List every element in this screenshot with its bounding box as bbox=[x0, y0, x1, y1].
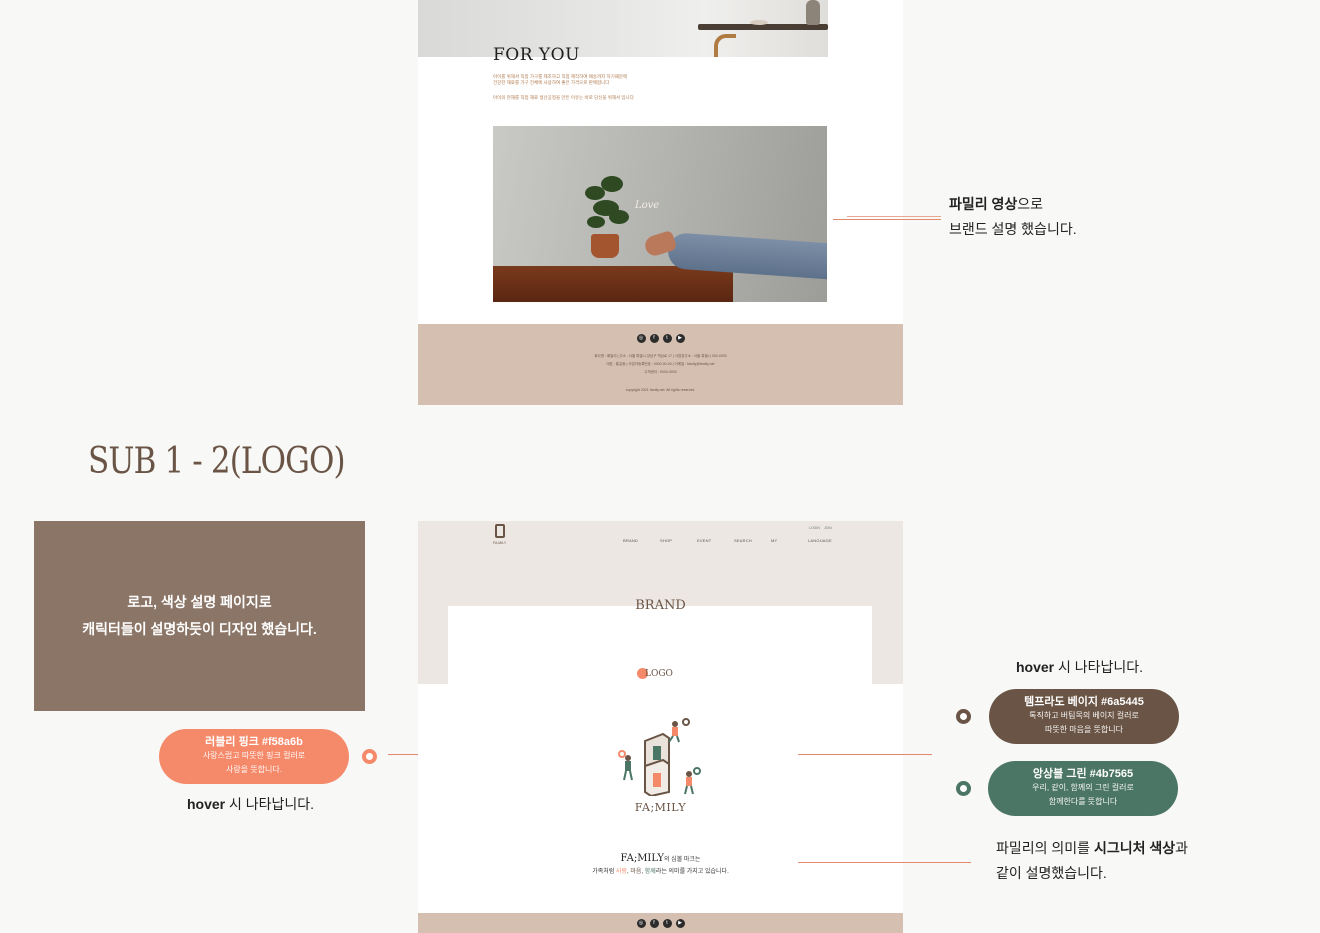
nav-item-search[interactable]: SEARCH bbox=[734, 538, 771, 543]
callout-line bbox=[847, 216, 941, 217]
leaf-shape bbox=[601, 176, 623, 192]
nav-item-my[interactable]: MY bbox=[771, 538, 808, 543]
pink-marker-icon[interactable] bbox=[362, 749, 377, 764]
nav-item-shop[interactable]: SHOP bbox=[660, 538, 697, 543]
social-links: ◎ f t ▶ bbox=[418, 919, 903, 928]
nav-item-event[interactable]: EVENT bbox=[697, 538, 734, 543]
brand-video[interactable]: Love bbox=[493, 126, 827, 302]
chair-shape bbox=[714, 34, 736, 57]
login-links[interactable]: LOGIN JOIN bbox=[809, 526, 832, 530]
sideboard-shape bbox=[493, 266, 733, 302]
vase-shape bbox=[806, 0, 820, 25]
section-title: SUB 1 - 2(LOGO) bbox=[88, 441, 346, 482]
signature-callout: 파밀리의 의미를 시그니처 색상과 같이 설명했습니다. bbox=[996, 840, 1189, 881]
character-body bbox=[625, 761, 631, 771]
copyright: copyright 2021 family.net. All rights re… bbox=[625, 388, 696, 392]
social-links: ◎ f t ▶ bbox=[418, 334, 903, 343]
hover-note: hover 시 나타납니다. bbox=[1016, 659, 1144, 675]
facebook-icon[interactable]: f bbox=[649, 919, 659, 928]
logo-page-mockup: FA;MILY LOGIN JOIN BRAND SHOP EVENT SEAR… bbox=[418, 521, 903, 933]
twitter-icon[interactable]: t bbox=[662, 334, 672, 343]
beige-marker-icon[interactable] bbox=[956, 709, 971, 724]
plant-pot-shape bbox=[591, 234, 619, 258]
for-you-heading: FOR YOU bbox=[493, 45, 580, 65]
instagram-icon[interactable]: ◎ bbox=[636, 334, 646, 343]
page-footer: ◎ f t ▶ 회사명 : 패밀리 | 주소 : 서울 특별시 강남구 역삼로 … bbox=[418, 324, 903, 405]
green-marker-icon[interactable] bbox=[956, 781, 971, 796]
green-color-pill[interactable]: 앙상블 그린 #4b7565 우리, 같이, 함께의 그린 컬러로 함께한다를 … bbox=[988, 761, 1178, 816]
description-line: 로고, 색상 설명 페이지로 bbox=[127, 594, 272, 610]
family-logo-icon[interactable] bbox=[495, 524, 505, 538]
callout-line bbox=[798, 754, 932, 755]
hover-note: hover 시 나타납니다. bbox=[187, 796, 315, 812]
pink-color-pill[interactable]: 러블리 핑크 #f58a6b 사랑스럽고 따뜻한 핑크 컬러로 사랑을 뜻합니다… bbox=[159, 729, 349, 784]
instagram-icon[interactable]: ◎ bbox=[636, 919, 646, 928]
intro-text: 아이의 현재를 직접 재료 생산공정을 만든 이유는 바로 당신을 위해서 입니… bbox=[493, 95, 634, 100]
character-head bbox=[625, 755, 631, 761]
family-characters-illustration bbox=[618, 718, 701, 796]
hero-photo bbox=[418, 0, 828, 57]
plate-shape bbox=[750, 20, 768, 25]
youtube-icon[interactable]: ▶ bbox=[675, 334, 685, 343]
page-footer: ◎ f t ▶ bbox=[418, 913, 903, 933]
video-callout: 파밀리 영상으로 브랜드 설명 했습니다. bbox=[949, 196, 1077, 237]
beige-color-pill[interactable]: 템프라도 베이지 #6a5445 톡직하고 버팀목의 베이지 컬러로 따뜻한 마… bbox=[989, 689, 1179, 744]
logo-text: FA;MILY bbox=[493, 541, 507, 545]
intro-text: 건강한 재료를 가구 전체에 사용하여 좋은 가격으로 판매합니다 bbox=[493, 80, 610, 85]
ring-shape bbox=[682, 718, 690, 726]
character-legs bbox=[623, 770, 627, 781]
character-legs bbox=[684, 785, 688, 795]
leaf-shape bbox=[609, 210, 629, 224]
family-wordmark: FA;MILY bbox=[634, 801, 687, 814]
youtube-icon[interactable]: ▶ bbox=[675, 919, 685, 928]
character-legs bbox=[676, 735, 680, 743]
character-head bbox=[686, 771, 692, 777]
facebook-icon[interactable]: f bbox=[649, 334, 659, 343]
ring-shape bbox=[618, 750, 626, 758]
description-box: 로고, 색상 설명 페이지로 캐릭터들이 설명하듯이 디자인 했습니다. bbox=[34, 521, 365, 711]
character-body bbox=[686, 777, 692, 786]
twitter-icon[interactable]: t bbox=[662, 919, 672, 928]
character-legs bbox=[629, 770, 633, 781]
callout-line bbox=[833, 219, 941, 220]
nav-item-language[interactable]: LANGUAGE bbox=[808, 538, 845, 543]
content-card bbox=[448, 606, 872, 706]
block-accent bbox=[653, 746, 661, 760]
brand-page-mockup: FOR YOU 아이를 위해서 직접 가구를 제조하고 직접 제작하여 배송까지… bbox=[418, 0, 903, 405]
ring-shape bbox=[693, 767, 701, 775]
character-legs bbox=[690, 785, 694, 795]
nav-item-brand[interactable]: BRAND bbox=[623, 538, 660, 543]
footer-info: 대표 : 홍길동 | 사업자등록번호 : 0000-00-00 | 이메일 : … bbox=[606, 362, 715, 366]
block-accent bbox=[653, 773, 661, 787]
meaning-line: 가족처럼 사랑, 마음, 함께라는 의미를 가지고 있습니다. bbox=[592, 869, 729, 875]
page-title: BRAND bbox=[635, 598, 686, 613]
callout-line bbox=[798, 862, 971, 863]
description-line: 캐릭터들이 설명하듯이 디자인 했습니다. bbox=[82, 621, 317, 637]
footer-info: 고객센터 : 0000-0000 bbox=[644, 370, 677, 374]
main-nav: BRAND SHOP EVENT SEARCH MY LANGUAGE bbox=[623, 538, 845, 543]
footer-info: 회사명 : 패밀리 | 주소 : 서울 특별시 강남구 역삼로 17 | 사업장… bbox=[594, 354, 727, 358]
video-overlay-text: Love bbox=[635, 200, 660, 211]
character-body bbox=[672, 727, 678, 736]
leaf-shape bbox=[587, 216, 605, 228]
logo-tag: LOGO bbox=[637, 668, 673, 679]
character-head bbox=[672, 721, 678, 727]
